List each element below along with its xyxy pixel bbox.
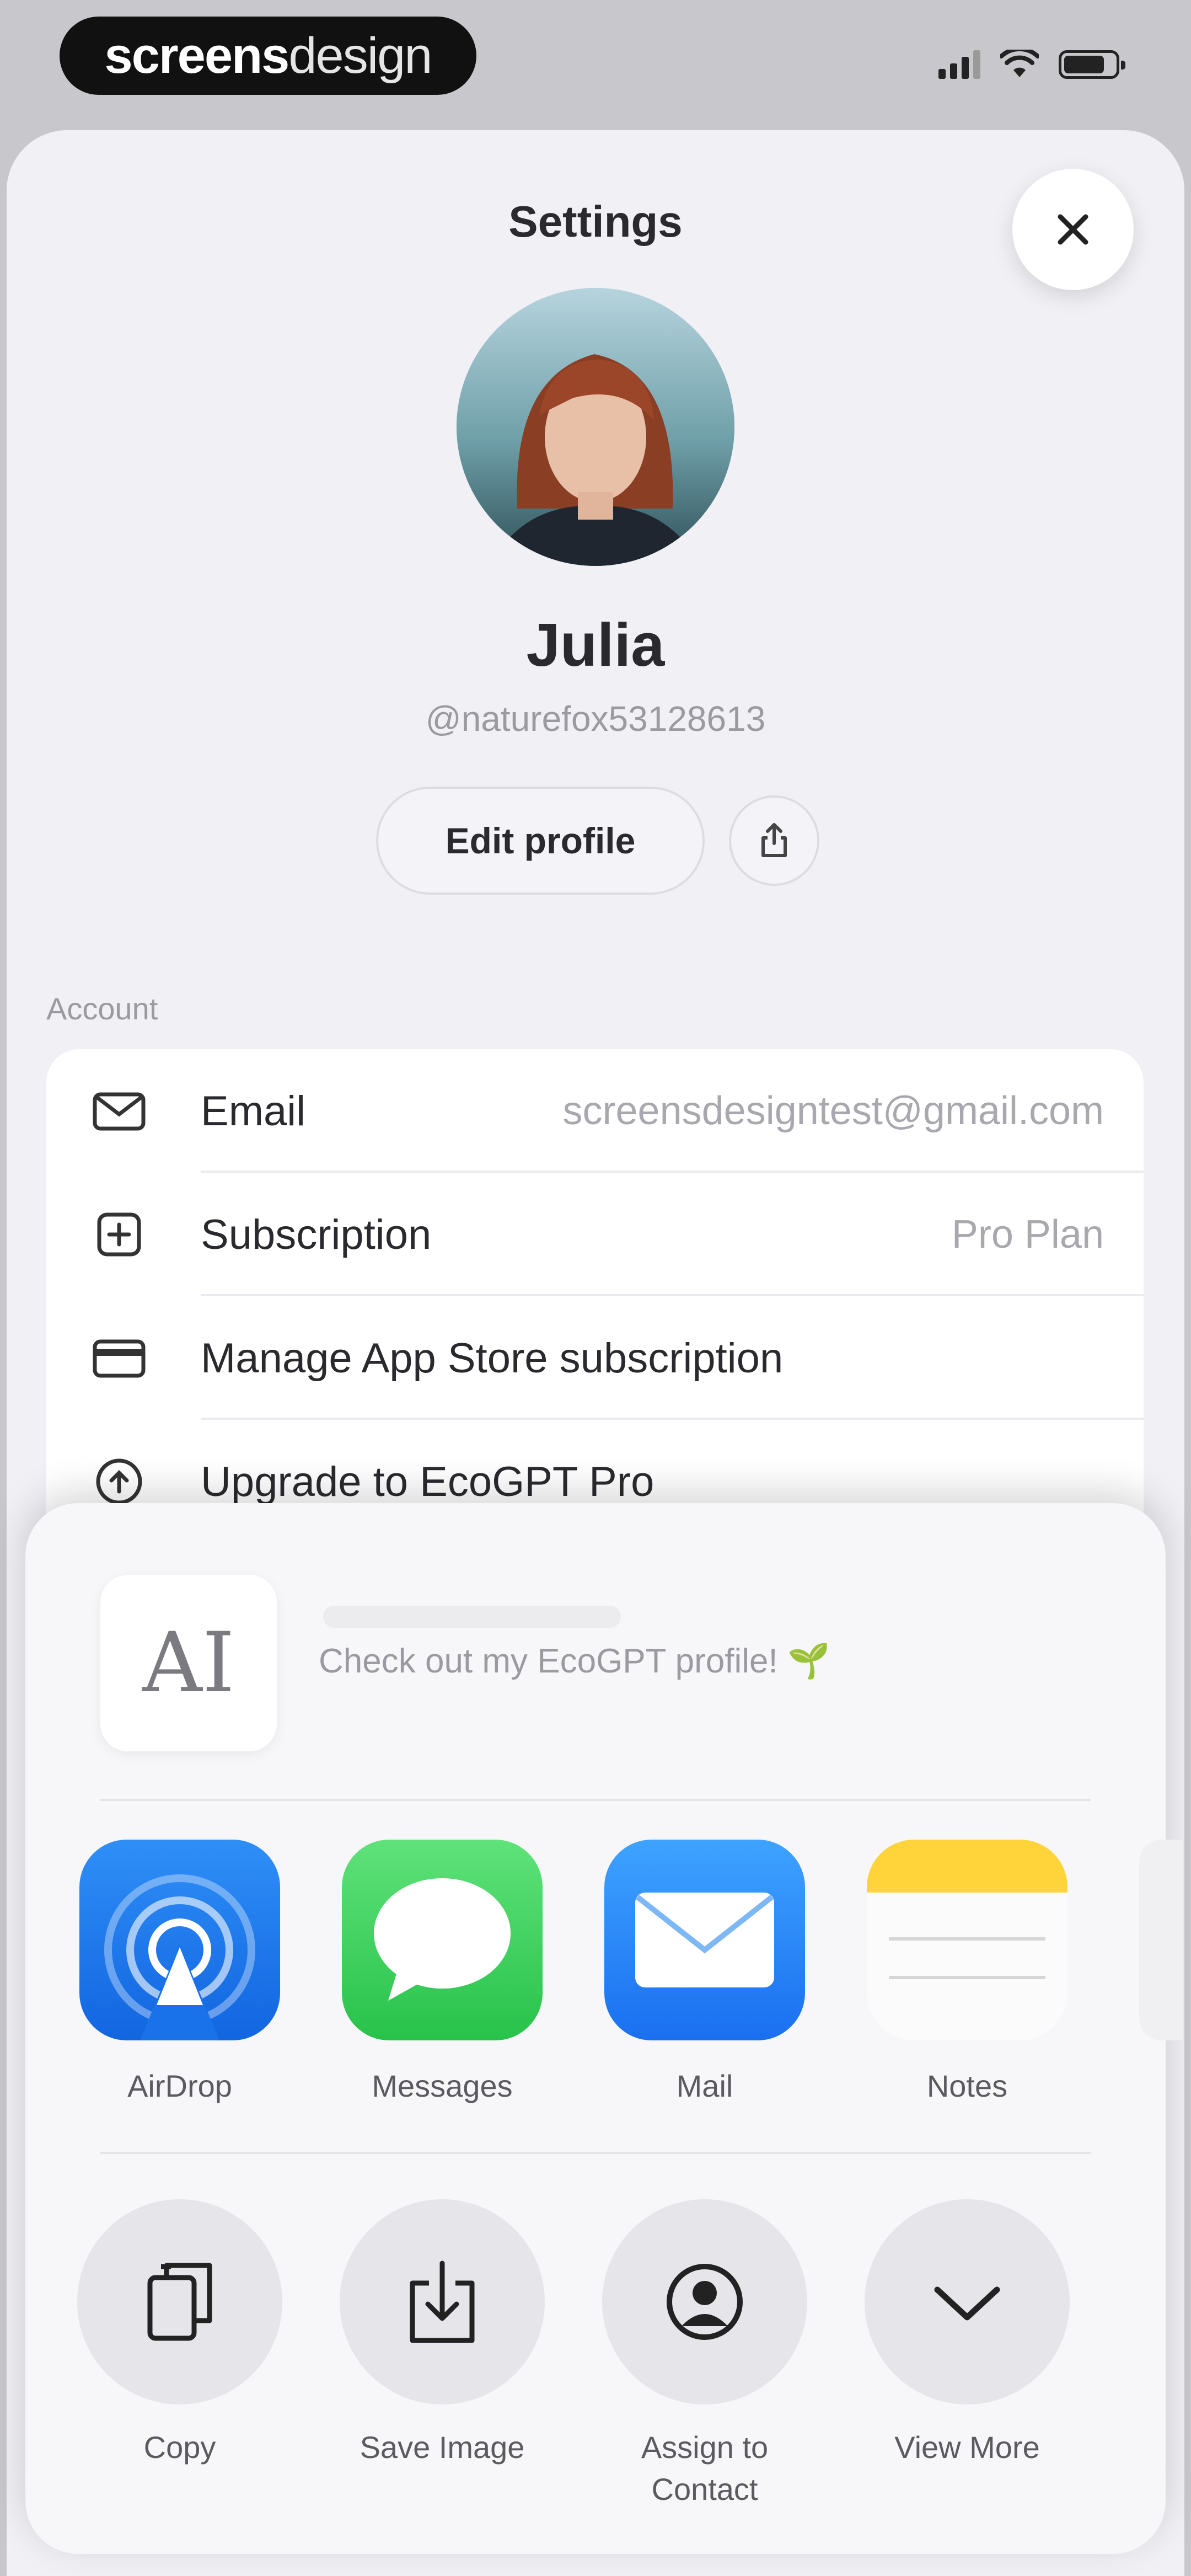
upgrade-icon: [96, 1458, 142, 1505]
thumbnail-text: AI: [142, 1615, 235, 1711]
email-label: Email: [201, 1087, 306, 1135]
share-app-mail[interactable]: Mail: [600, 1840, 809, 2104]
next-app-partial: [1139, 1840, 1183, 2040]
email-value: screensdesigntest@gmail.com: [562, 1089, 1104, 1133]
share-profile-button[interactable]: [729, 795, 819, 886]
avatar-photo: [457, 288, 734, 566]
status-icons: [938, 50, 1125, 79]
assign-contact-button[interactable]: [602, 2199, 807, 2404]
status-bar: screens design: [0, 0, 1191, 121]
share-icon: [761, 823, 787, 857]
account-section-label: Account: [46, 991, 158, 1026]
plus-square-icon: [97, 1212, 141, 1257]
copy-button[interactable]: [77, 2199, 282, 2404]
email-row[interactable]: Email screensdesigntest@gmail.com: [46, 1049, 1144, 1173]
avatar[interactable]: [457, 288, 734, 566]
profile-name: Julia: [526, 611, 665, 679]
share-app-messages[interactable]: Messages: [337, 1840, 547, 2104]
action-label: View More: [894, 2430, 1040, 2465]
copy-icon: [147, 2263, 212, 2341]
logo-text-light: design: [288, 27, 432, 84]
manage-subscription-label: Manage App Store subscription: [201, 1334, 784, 1382]
share-preview-text: Check out my EcoGPT profile! 🌱: [319, 1642, 830, 1680]
profile-username: @naturefox53128613: [425, 699, 766, 739]
save-image-action[interactable]: Save Image: [326, 2199, 558, 2468]
subscription-row[interactable]: Subscription Pro Plan: [46, 1173, 1144, 1296]
chevron-down-icon: [934, 2286, 1000, 2321]
mail-app-icon: [604, 1840, 805, 2040]
logo-text-bold: screens: [104, 27, 290, 84]
credit-card-icon: [93, 1339, 146, 1378]
app-label: Notes: [926, 2069, 1008, 2103]
app-label: Mail: [676, 2069, 733, 2103]
preview-title-placeholder: [323, 1606, 621, 1628]
page-title: Settings: [508, 197, 683, 246]
app-label: Messages: [372, 2069, 513, 2103]
notes-icon: [867, 1840, 1067, 2040]
edit-profile-button[interactable]: Edit profile: [376, 787, 705, 895]
save-image-icon: [410, 2260, 475, 2343]
assign-contact-icon: [667, 2264, 743, 2340]
cellular-signal-icon: [938, 50, 980, 79]
close-icon: [1058, 214, 1088, 245]
action-label: Copy: [143, 2430, 216, 2465]
view-more-action[interactable]: View More: [851, 2199, 1083, 2468]
share-actions-row: Copy Save Image Assign to Contact View M…: [25, 2199, 1166, 2530]
action-label: Assign to Contact: [641, 2430, 769, 2506]
screensdesign-logo: screens design: [60, 17, 476, 95]
copy-action[interactable]: Copy: [64, 2199, 296, 2468]
app-label: AirDrop: [127, 2069, 232, 2103]
separator: [100, 1799, 1091, 1801]
action-label: Save Image: [360, 2430, 525, 2465]
subscription-label: Subscription: [201, 1211, 432, 1258]
mail-icon: [93, 1092, 146, 1131]
messages-icon: [342, 1840, 543, 2040]
subscription-value: Pro Plan: [951, 1212, 1104, 1257]
share-app-notes[interactable]: Notes: [862, 1840, 1072, 2104]
wifi-icon: [1000, 50, 1039, 77]
share-sheet: AI Check out my EcoGPT profile! 🌱 AirDro…: [25, 1503, 1183, 2554]
close-button[interactable]: [1012, 169, 1134, 290]
manage-subscription-row[interactable]: Manage App Store subscription: [46, 1296, 1144, 1420]
share-preview-thumbnail: AI: [100, 1575, 277, 1751]
share-apps-row: AirDrop Messages Mail Notes: [25, 1840, 1183, 2126]
share-app-airdrop[interactable]: AirDrop: [75, 1840, 285, 2104]
view-more-button[interactable]: [865, 2199, 1070, 2404]
airdrop-icon: [79, 1840, 280, 2040]
battery-icon: [1059, 50, 1125, 79]
screen: screens design Settings Julia @naturefox…: [0, 0, 1191, 2576]
separator: [100, 2152, 1091, 2154]
save-image-button[interactable]: [340, 2199, 545, 2404]
assign-contact-action[interactable]: Assign to Contact: [589, 2199, 820, 2510]
upgrade-label: Upgrade to EcoGPT Pro: [201, 1458, 654, 1505]
